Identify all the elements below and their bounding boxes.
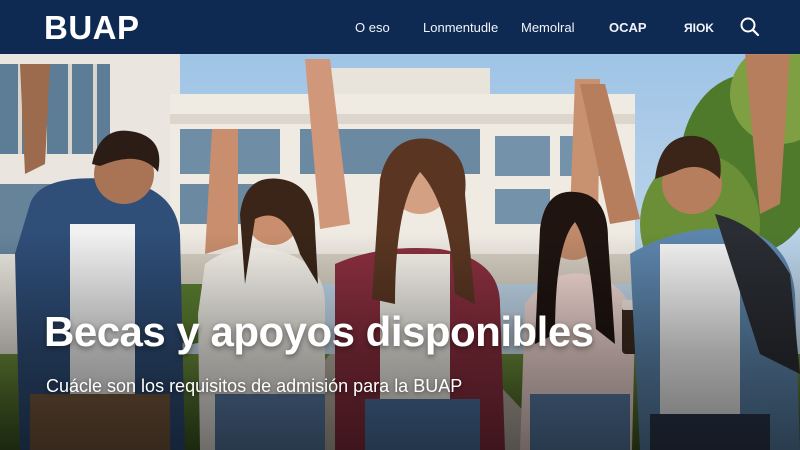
nav-item-1[interactable]: O eso [355, 19, 390, 37]
nav-item-2[interactable]: Lonmentudle [423, 19, 498, 37]
hero-subtitle: Cuácle son los requisitos de admisión pa… [46, 376, 463, 396]
buap-logo[interactable]: BUAP [44, 9, 140, 47]
search-button[interactable] [738, 15, 762, 39]
nav-item-4[interactable]: OCAP [609, 19, 647, 37]
hero-title: Becas y apoyos disponibles [44, 308, 594, 355]
top-navigation-bar: BUAP O eso Lonmentudle Memolral OCAP ЯIO… [0, 0, 800, 54]
nav-item-5[interactable]: ЯIOK [684, 19, 714, 37]
hero-banner: Becas y apoyos disponibles Cuácle son lo… [0, 54, 800, 450]
nav-item-3[interactable]: Memolral [521, 19, 574, 37]
search-icon [740, 17, 760, 37]
